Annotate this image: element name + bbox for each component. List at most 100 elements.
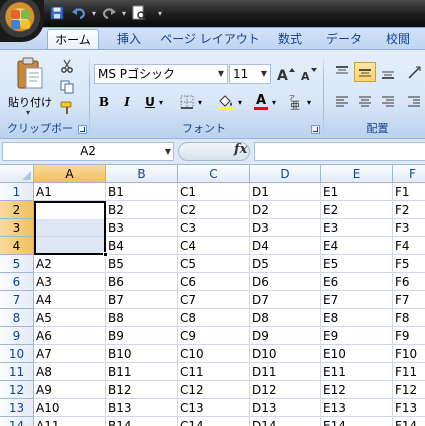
insert-function-button[interactable]: fx [234,142,247,157]
cell-d11[interactable]: D11 [250,363,321,381]
underline-button[interactable]: U [141,92,159,112]
cell-f8[interactable]: F8 [393,309,425,327]
cell-f11[interactable]: F11 [393,363,425,381]
cell-f2[interactable]: F2 [393,201,425,219]
format-painter-icon[interactable] [58,100,76,116]
row-header-10[interactable]: 10 [0,345,34,363]
bold-button[interactable]: B [95,92,113,112]
cell-b14[interactable]: B14 [106,417,178,426]
cell-b9[interactable]: B9 [106,327,178,345]
align-middle-button[interactable] [354,62,376,82]
cell-d2[interactable]: D2 [250,201,321,219]
cell-f13[interactable]: F13 [393,399,425,417]
cell-e5[interactable]: E5 [321,255,393,273]
align-bottom-button[interactable] [377,62,399,82]
cell-a7[interactable]: A4 [34,291,106,309]
cell-b4[interactable]: B4 [106,237,178,255]
cell-c10[interactable]: C10 [178,345,250,363]
cell-f1[interactable]: F1 [393,183,425,201]
cell-e7[interactable]: E7 [321,291,393,309]
name-box[interactable]: A2 ▼ [2,142,174,161]
font-name-combo[interactable]: MS Pゴシック ▼ [94,64,228,84]
cell-b11[interactable]: B11 [106,363,178,381]
select-all-button[interactable] [0,165,34,183]
clipboard-launcher-icon[interactable] [78,125,87,134]
tab-data[interactable]: データ [320,29,368,50]
cell-f12[interactable]: F12 [393,381,425,399]
cell-b5[interactable]: B5 [106,255,178,273]
cell-a9[interactable]: A6 [34,327,106,345]
phonetic-dropdown-icon[interactable]: ▾ [307,98,311,107]
decrease-indent-button[interactable] [403,92,425,112]
cell-c3[interactable]: C3 [178,219,250,237]
cell-e14[interactable]: E14 [321,417,393,426]
cell-c4[interactable]: C4 [178,237,250,255]
cell-b2[interactable]: B2 [106,201,178,219]
align-right-button[interactable] [377,92,399,112]
customize-qat-icon[interactable]: ▾ [158,9,162,18]
cell-d14[interactable]: D14 [250,417,321,426]
cell-f14[interactable]: F14 [393,417,425,426]
row-header-5[interactable]: 5 [0,255,34,273]
row-header-8[interactable]: 8 [0,309,34,327]
cell-b10[interactable]: B10 [106,345,178,363]
formula-input[interactable] [254,142,425,161]
cell-c13[interactable]: C13 [178,399,250,417]
cell-d6[interactable]: D6 [250,273,321,291]
row-header-11[interactable]: 11 [0,363,34,381]
cell-e8[interactable]: E8 [321,309,393,327]
cell-a1[interactable]: A1 [34,183,106,201]
align-left-button[interactable] [331,92,353,112]
row-header-1[interactable]: 1 [0,183,34,201]
cell-c5[interactable]: C5 [178,255,250,273]
cell-e12[interactable]: E12 [321,381,393,399]
cell-d13[interactable]: D13 [250,399,321,417]
redo-dropdown-icon[interactable]: ▾ [122,9,126,18]
chevron-down-icon[interactable]: ▼ [258,65,270,83]
align-center-button[interactable] [354,92,376,112]
cell-d1[interactable]: D1 [250,183,321,201]
cell-b3[interactable]: B3 [106,219,178,237]
tab-formulas[interactable]: 数式 [268,29,312,50]
cell-c12[interactable]: C12 [178,381,250,399]
cell-d12[interactable]: D12 [250,381,321,399]
cell-e9[interactable]: E9 [321,327,393,345]
cell-c8[interactable]: C8 [178,309,250,327]
undo-icon[interactable] [70,4,88,22]
column-header-e[interactable]: E [321,165,393,183]
redo-icon[interactable] [100,4,118,22]
cell-c11[interactable]: C11 [178,363,250,381]
cell-c9[interactable]: C9 [178,327,250,345]
cell-c1[interactable]: C1 [178,183,250,201]
cell-f6[interactable]: F6 [393,273,425,291]
cell-f5[interactable]: F5 [393,255,425,273]
tab-insert[interactable]: 挿入 [108,29,150,50]
cell-a12[interactable]: A9 [34,381,106,399]
cell-d9[interactable]: D9 [250,327,321,345]
italic-button[interactable]: I [118,92,136,112]
cell-a6[interactable]: A3 [34,273,106,291]
cell-a5[interactable]: A2 [34,255,106,273]
row-header-2[interactable]: 2 [0,201,34,219]
print-preview-icon[interactable] [130,4,148,22]
undo-dropdown-icon[interactable]: ▾ [92,9,96,18]
align-top-button[interactable] [331,62,353,82]
paste-button[interactable]: 貼り付け ▾ [6,54,52,118]
fill-handle[interactable] [103,252,108,257]
cell-e13[interactable]: E13 [321,399,393,417]
borders-dropdown-icon[interactable]: ▾ [198,98,202,107]
cell-d3[interactable]: D3 [250,219,321,237]
tab-home[interactable]: ホーム [47,29,99,50]
font-launcher-icon[interactable] [311,125,320,134]
cell-b1[interactable]: B1 [106,183,178,201]
cell-a11[interactable]: A8 [34,363,106,381]
cell-f9[interactable]: F9 [393,327,425,345]
cell-f3[interactable]: F3 [393,219,425,237]
row-header-4[interactable]: 4 [0,237,34,255]
font-size-combo[interactable]: 11 ▼ [229,64,271,84]
cell-d7[interactable]: D7 [250,291,321,309]
cell-e6[interactable]: E6 [321,273,393,291]
column-header-f[interactable]: F [393,165,425,183]
cell-e2[interactable]: E2 [321,201,393,219]
row-header-6[interactable]: 6 [0,273,34,291]
